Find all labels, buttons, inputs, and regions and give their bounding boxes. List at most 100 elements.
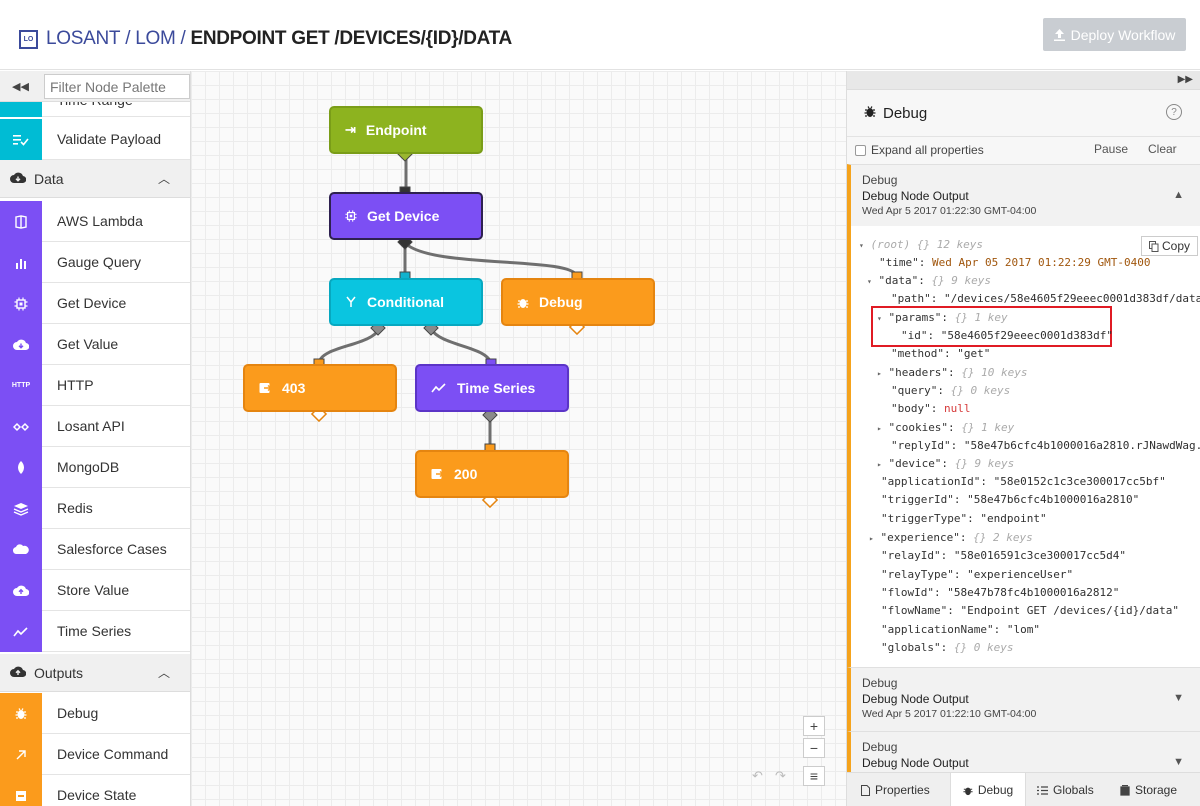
node-debug[interactable]: Debug: [501, 278, 655, 326]
palette-item-validate-payload[interactable]: Validate Payload: [0, 119, 190, 160]
palette-item-get-device[interactable]: Get Device: [0, 283, 190, 324]
collapse-panel-icon[interactable]: ▶▶: [1178, 74, 1193, 85]
palette-item-time-series[interactable]: Time Series: [0, 611, 190, 652]
palette-item-device-command[interactable]: Device Command: [0, 734, 190, 775]
json-line-replyid: "replyId": "58e47b6cfc4b1000016a2810.rJN…: [891, 439, 1200, 452]
json-line-applicationid: "applicationId": "58e0152c1c3ce300017cc5…: [881, 475, 1166, 488]
zoom-out-button[interactable]: −: [803, 738, 825, 758]
node-label: Time Series: [457, 380, 536, 396]
upload-icon: [1053, 28, 1065, 41]
expand-all-label: Expand all properties: [871, 143, 984, 157]
palette-toolbar: ◀◀: [0, 71, 190, 102]
collapse-triangle-icon[interactable]: ▲: [1173, 189, 1184, 201]
wire-conditional-timeseries: [429, 328, 493, 364]
breadcrumb-project[interactable]: LOM: [135, 28, 176, 49]
bug-icon: [963, 787, 973, 795]
tab-debug[interactable]: Debug: [950, 773, 1026, 806]
canvas-menu-button[interactable]: ≡: [803, 766, 825, 786]
debug-message-header[interactable]: Debug Debug Node Output ▼: [847, 731, 1200, 772]
json-line-device[interactable]: ▸ "device": {} 9 keys: [877, 457, 1014, 470]
json-line-flowname: "flowName": "Endpoint GET /devices/{id}/…: [881, 604, 1180, 617]
tab-label: Properties: [875, 783, 930, 797]
json-line-data[interactable]: ▾ "data": {} 9 keys: [867, 274, 991, 287]
node-endpoint[interactable]: ⇥ Endpoint: [329, 106, 483, 154]
clear-button[interactable]: Clear: [1148, 142, 1177, 156]
deploy-workflow-button[interactable]: Deploy Workflow: [1043, 18, 1186, 51]
file-icon: [861, 784, 870, 796]
node-label: 200: [454, 466, 478, 482]
node-label: 403: [282, 380, 306, 396]
json-line-triggertype: "triggerType": "endpoint": [881, 512, 1047, 525]
losant-logo[interactable]: LO: [19, 30, 38, 49]
workflow-canvas[interactable]: ⇥ Endpoint Get Device Conditional Debug …: [191, 71, 846, 806]
node-label: Debug: [539, 294, 583, 310]
trend-line-icon: [0, 611, 42, 652]
palette-item-gauge-query[interactable]: Gauge Query: [0, 242, 190, 283]
cloud-upload-icon: [10, 665, 27, 681]
palette-item-debug[interactable]: Debug: [0, 693, 190, 734]
debug-message-body: Copy ▾ (root) {} 12 keys "time": Wed Apr…: [847, 226, 1200, 667]
help-icon[interactable]: ?: [1166, 104, 1182, 120]
palette-item-losant-api[interactable]: Losant API: [0, 406, 190, 447]
breadcrumb-app[interactable]: LOSANT: [46, 28, 121, 49]
panel-tabs: Properties Debug Globals Storage: [847, 772, 1200, 806]
palette-category-outputs[interactable]: Outputs ︿: [0, 654, 190, 692]
json-line-params[interactable]: ▾ "params": {} 1 key: [877, 311, 1008, 324]
json-line-flowid: "flowId": "58e47b78fc4b1000016a2812": [881, 586, 1120, 599]
node-get-device[interactable]: Get Device: [329, 192, 483, 240]
json-line-experience[interactable]: ▸ "experience": {} 2 keys: [869, 531, 1033, 544]
message-title: Debug Node Output: [862, 756, 969, 770]
device-state-icon: [0, 775, 42, 806]
message-node-name: Debug: [862, 740, 898, 754]
node-label: Conditional: [367, 294, 444, 310]
filter-node-palette-input[interactable]: [44, 74, 190, 99]
expand-all-checkbox[interactable]: [855, 145, 866, 156]
expand-triangle-icon[interactable]: ▼: [1173, 756, 1184, 768]
node-conditional[interactable]: Conditional: [329, 278, 483, 326]
palette-category-data[interactable]: Data ︿: [0, 160, 190, 198]
palette-item-store-value[interactable]: Store Value: [0, 570, 190, 611]
undo-icon[interactable]: ↶: [752, 768, 763, 784]
copy-button[interactable]: Copy: [1141, 236, 1198, 256]
tab-label: Storage: [1135, 783, 1178, 797]
redo-icon[interactable]: ↷: [775, 768, 786, 784]
collapse-palette-icon[interactable]: ◀◀: [12, 80, 29, 93]
palette-item-salesforce-cases[interactable]: Salesforce Cases: [0, 529, 190, 570]
node-time-series[interactable]: Time Series: [415, 364, 569, 412]
node-connections: [310, 146, 586, 509]
palette-item-label: Debug: [57, 705, 99, 721]
bug-icon: [864, 105, 876, 121]
wire-getdevice-debug: [403, 241, 579, 277]
json-line-headers[interactable]: ▸ "headers": {} 10 keys: [877, 366, 1028, 379]
branch-icon: [346, 296, 356, 307]
expand-triangle-icon[interactable]: ▼: [1173, 692, 1184, 704]
palette-item-http[interactable]: HTTP HTTP: [0, 365, 190, 406]
tab-storage[interactable]: Storage: [1120, 773, 1177, 806]
page-title: ENDPOINT GET /DEVICES/{ID}/DATA: [190, 28, 512, 49]
tab-properties[interactable]: Properties: [861, 773, 930, 806]
json-line-cookies[interactable]: ▸ "cookies": {} 1 key: [877, 421, 1014, 434]
palette-item-get-value[interactable]: Get Value: [0, 324, 190, 365]
cloud-download-icon: [10, 171, 27, 187]
palette-item-aws-lambda[interactable]: AWS Lambda: [0, 201, 190, 242]
palette-item-redis[interactable]: Redis: [0, 488, 190, 529]
pause-button[interactable]: Pause: [1094, 142, 1128, 156]
palette-item-device-state[interactable]: Device State: [0, 775, 190, 806]
node-reply-403[interactable]: 403: [243, 364, 397, 412]
node-label: Get Device: [367, 208, 440, 224]
json-line-body: "body": null: [891, 402, 971, 415]
palette-item-label: Store Value: [57, 582, 130, 598]
app-header: LO LOSANT / LOM / ENDPOINT GET /DEVICES/{ID}…: [0, 0, 1200, 70]
debug-message-header[interactable]: Debug Debug Node Output Wed Apr 5 2017 0…: [847, 667, 1200, 731]
json-line-relaytype: "relayType": "experienceUser": [881, 568, 1074, 581]
json-line-path: "path": "/devices/58e4605f29eeec0001d383…: [891, 292, 1200, 305]
tab-globals[interactable]: Globals: [1037, 773, 1094, 806]
debug-message-header[interactable]: Debug Debug Node Output Wed Apr 5 2017 0…: [847, 164, 1200, 226]
palette-item-label: Get Value: [57, 336, 119, 352]
cloud-download-icon: [0, 324, 42, 365]
node-reply-200[interactable]: 200: [415, 450, 569, 498]
palette-item-mongodb[interactable]: MongoDB: [0, 447, 190, 488]
zoom-in-button[interactable]: +: [803, 716, 825, 736]
json-line-root[interactable]: ▾ (root) {} 12 keys: [859, 238, 983, 251]
palette-item-label: AWS Lambda: [57, 213, 143, 229]
